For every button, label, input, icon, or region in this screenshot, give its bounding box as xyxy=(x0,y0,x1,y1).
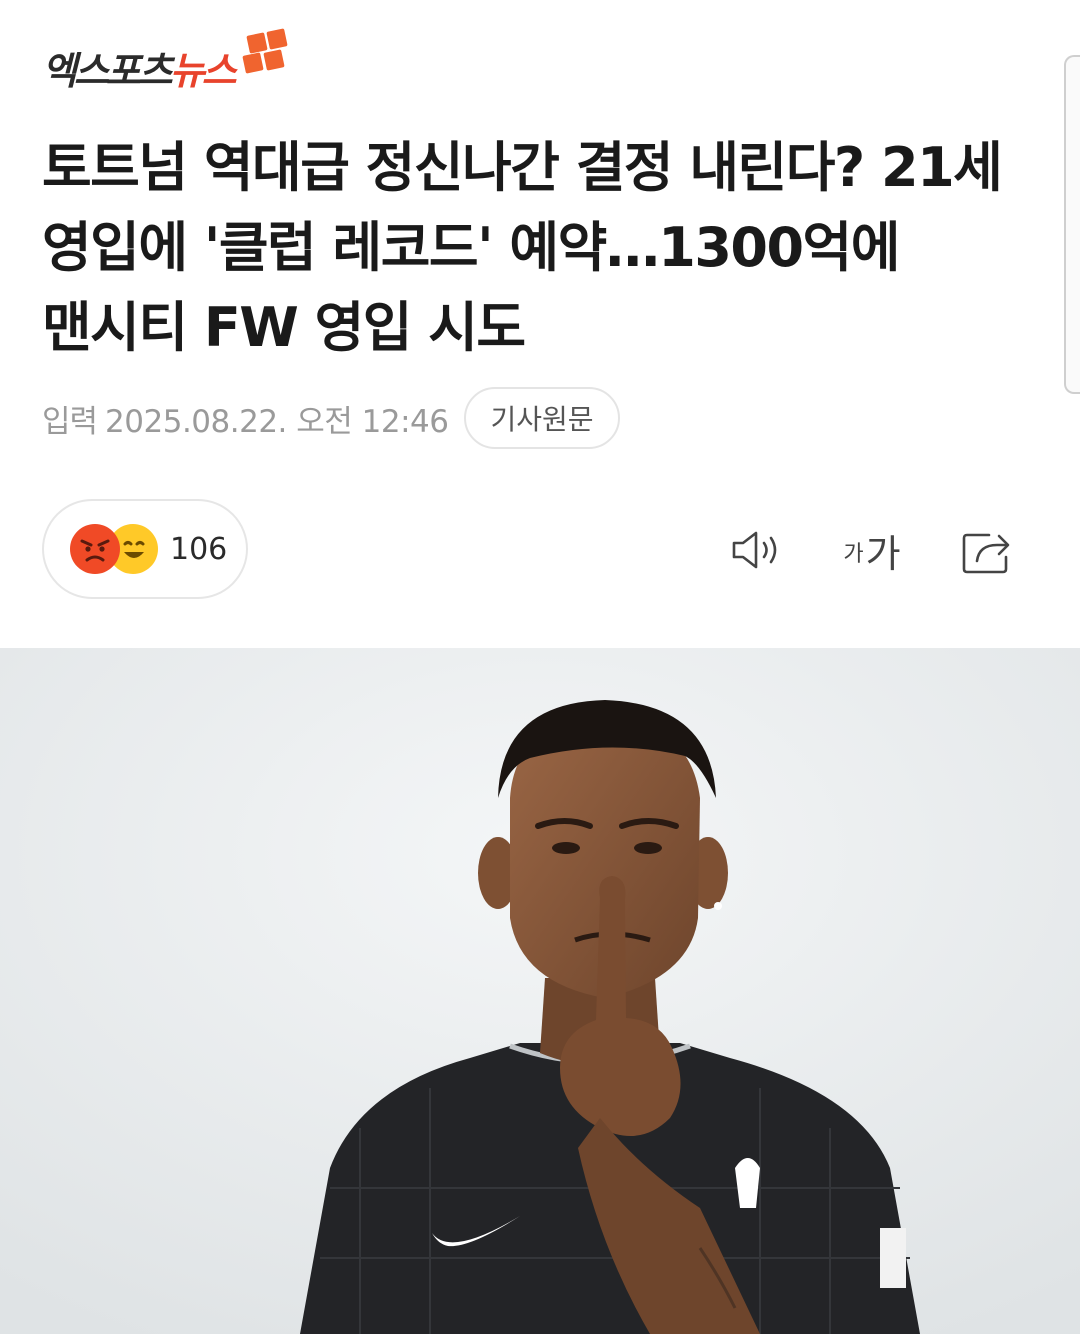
font-large-glyph: 가 xyxy=(865,531,901,576)
share-icon xyxy=(962,533,1010,574)
angry-emoji-icon xyxy=(70,524,120,574)
published-date: 2025.08.22. 오전 12:46 xyxy=(105,403,449,440)
scroll-edge-handle[interactable] xyxy=(1064,55,1080,394)
article-meta: 입력 2025.08.22. 오전 12:46 기사원문 xyxy=(42,386,620,450)
original-article-button[interactable]: 기사원문 xyxy=(464,387,620,449)
font-size-button[interactable]: 가 가 xyxy=(836,520,908,580)
player-photo xyxy=(0,648,1080,1334)
brand-name-accent: 뉴스 xyxy=(169,49,237,93)
article-photo[interactable] xyxy=(0,648,1080,1334)
text-to-speech-button[interactable] xyxy=(726,520,788,580)
reaction-count: 106 xyxy=(170,531,228,567)
font-small-glyph: 가 xyxy=(843,542,864,567)
article-headline: 토트넘 역대급 정신나간 결정 내린다? 21세 영입에 '클럽 레코드' 예약… xyxy=(42,136,1003,359)
share-button[interactable] xyxy=(956,520,1018,580)
speaker-icon xyxy=(732,531,777,569)
brand-mark-icon xyxy=(238,28,290,82)
reaction-button[interactable]: 106 xyxy=(42,499,248,599)
brand-name-dark: 엑스포츠 xyxy=(42,49,173,93)
brand-logo[interactable]: 엑스포츠 뉴스 xyxy=(42,28,290,93)
article-page: 엑스포츠 뉴스 토트넘 역대급 정신나간 결정 내린다? 21세 영입에 '클럽… xyxy=(0,0,1080,1334)
published-label: 입력 xyxy=(42,403,98,440)
